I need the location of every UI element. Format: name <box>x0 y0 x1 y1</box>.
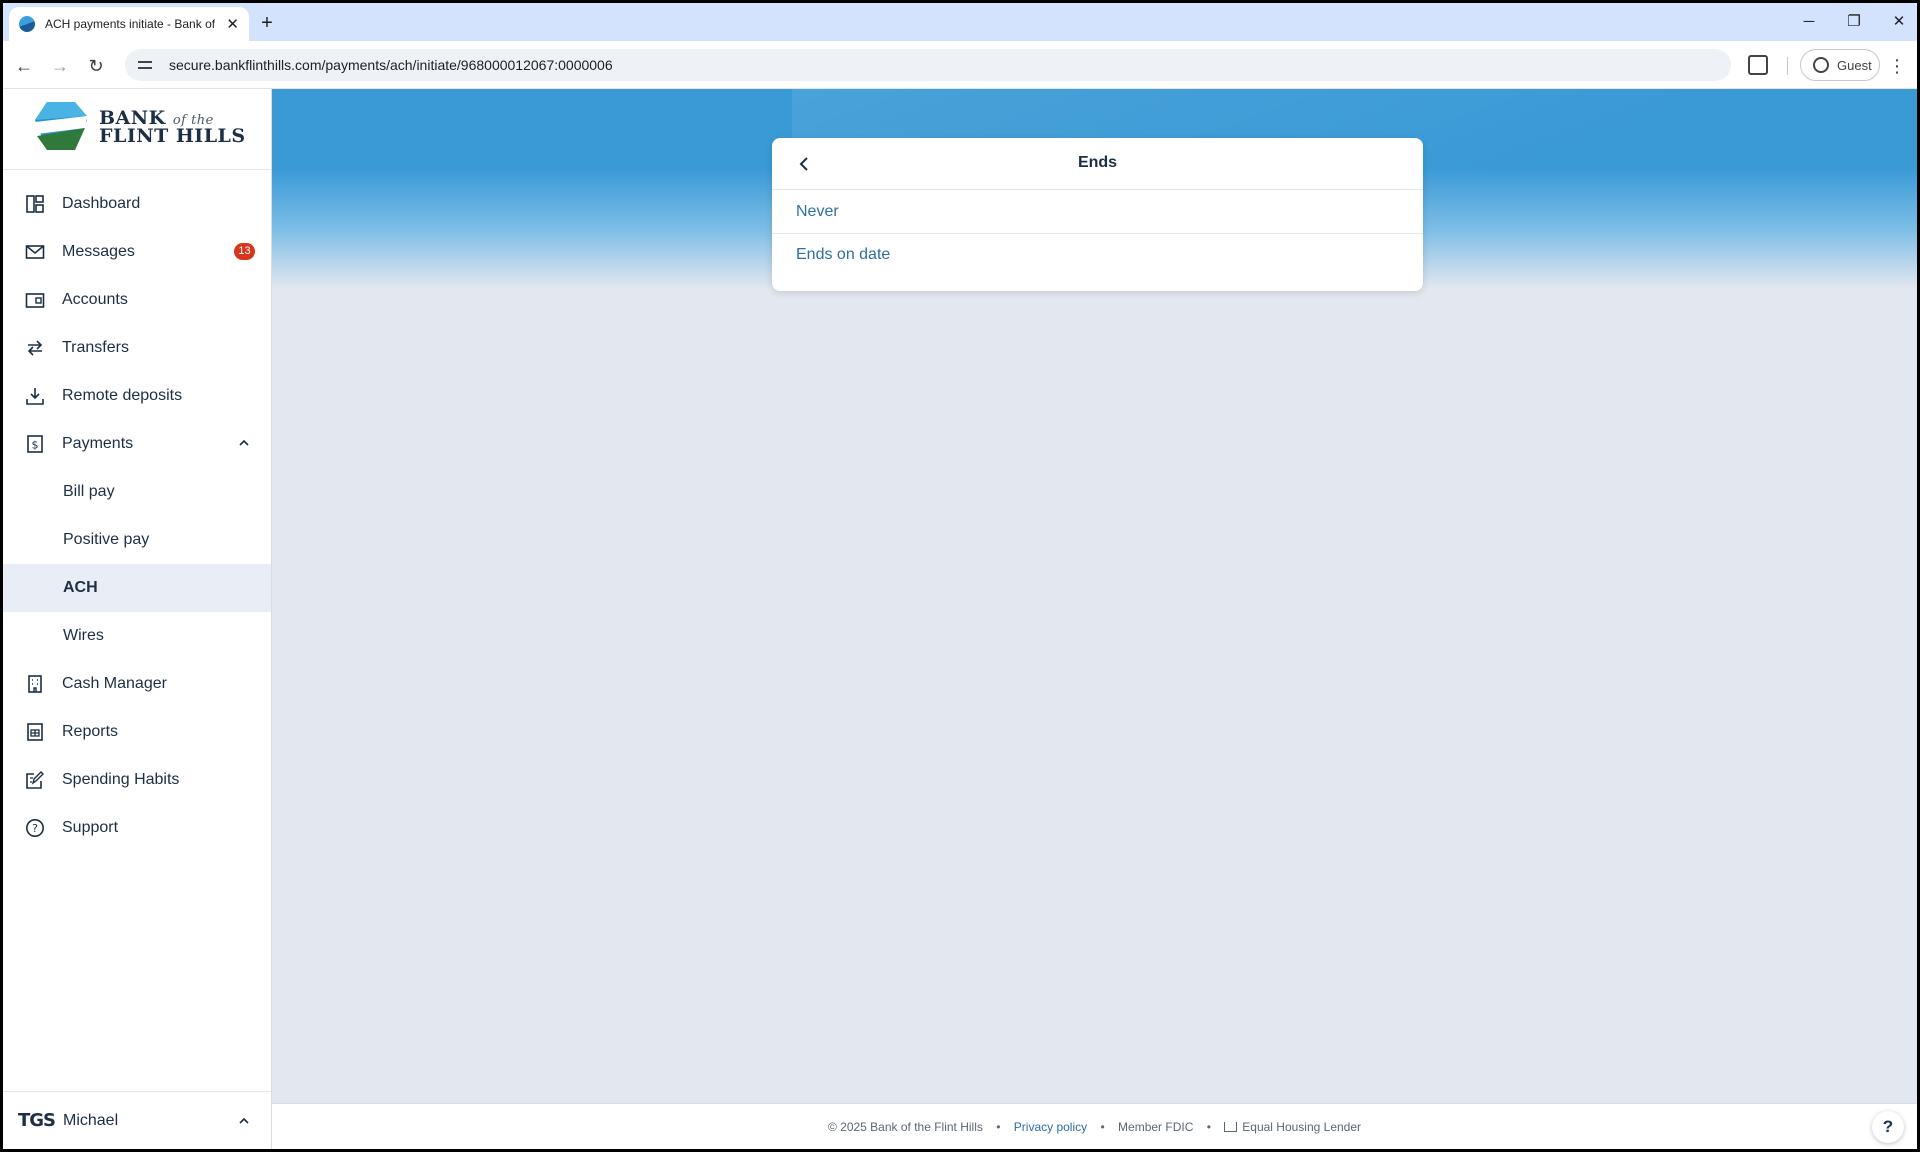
close-tab-icon[interactable]: ✕ <box>226 15 239 33</box>
tab-title: ACH payments initiate - Bank of the Flin… <box>45 17 215 31</box>
option-never[interactable]: Never <box>772 190 1423 233</box>
wallet-icon <box>25 293 45 308</box>
sidebar-item-support[interactable]: ? Support <box>3 804 271 852</box>
new-tab-button[interactable]: + <box>255 11 279 35</box>
sidebar-item-ach[interactable]: ACH <box>3 564 271 612</box>
sidebar-item-label: Positive pay <box>63 531 150 548</box>
download-icon <box>26 388 44 405</box>
logo-text-flint-hills: FLINT HILLS <box>99 125 246 147</box>
user-menu[interactable]: TGS Michael <box>3 1091 271 1149</box>
cast-icon[interactable] <box>1748 55 1768 75</box>
sidebar-item-label: Cash Manager <box>62 675 167 692</box>
sidebar-item-cash-manager[interactable]: Cash Manager <box>3 660 271 708</box>
sidebar-item-label: Wires <box>63 627 104 644</box>
reload-icon[interactable]: ↻ <box>83 53 109 79</box>
bank-logo[interactable]: BANK of the FLINT HILLS <box>3 89 271 170</box>
minimize-icon[interactable]: ─ <box>1794 9 1824 35</box>
profile-label: Guest <box>1837 57 1872 73</box>
dashboard-icon <box>26 195 44 213</box>
sidebar-item-dashboard[interactable]: Dashboard <box>3 180 271 228</box>
ends-selector-dialog: Ends Never Ends on date <box>772 138 1423 291</box>
help-circle-icon: ? <box>26 819 44 837</box>
member-fdic-text: Member FDIC <box>1118 1120 1194 1134</box>
sidebar-item-spending-habits[interactable]: Spending Habits <box>3 756 271 804</box>
url-text: secure.bankflinthills.com/payments/ach/i… <box>169 57 613 73</box>
transfer-icon <box>27 340 43 356</box>
copyright-text: © 2025 Bank of the Flint Hills <box>827 1120 983 1134</box>
sidebar-item-positive-pay[interactable]: Positive pay <box>3 516 271 564</box>
bank-favicon-icon <box>19 16 35 32</box>
footer: © 2025 Bank of the Flint Hills • Privacy… <box>272 1103 1917 1149</box>
more-menu-icon[interactable]: ⋮ <box>1887 53 1907 79</box>
sidebar-item-reports[interactable]: Reports <box>3 708 271 756</box>
bank-logo-icon <box>35 102 87 150</box>
toolbar-divider <box>1787 57 1788 75</box>
profile-button[interactable]: Guest <box>1800 49 1880 81</box>
close-window-icon[interactable]: ✕ <box>1884 9 1914 35</box>
sidebar-item-label: Accounts <box>62 291 128 308</box>
dialog-title: Ends <box>1077 154 1118 171</box>
dialog-header: Ends <box>772 138 1423 190</box>
chevron-up-icon <box>239 1117 249 1124</box>
browser-window: ACH payments initiate - Bank of the Flin… <box>3 3 1917 1149</box>
report-icon <box>27 723 43 741</box>
main-content: Ends Never Ends on date <box>272 89 1917 1103</box>
sidebar-item-label: Dashboard <box>62 195 141 212</box>
sidebar-item-wires[interactable]: Wires <box>3 612 271 660</box>
site-info-icon[interactable] <box>137 57 153 73</box>
sidebar-item-accounts[interactable]: Accounts <box>3 276 271 324</box>
dollar-icon: $ <box>27 435 43 453</box>
sidebar-item-label: Remote deposits <box>62 387 183 404</box>
sidebar-item-transfers[interactable]: Transfers <box>3 324 271 372</box>
svg-text:$: $ <box>32 439 39 452</box>
chevron-up-icon[interactable] <box>239 438 249 448</box>
option-ends-on-date[interactable]: Ends on date <box>772 233 1423 276</box>
sidebar-item-label: ACH <box>63 579 98 596</box>
privacy-policy-link[interactable]: Privacy policy <box>1014 1120 1087 1134</box>
mail-icon <box>25 245 45 259</box>
forward-arrow-icon[interactable]: → <box>47 53 73 79</box>
org-logo: TGS <box>18 1110 56 1131</box>
sidebar-item-label: Spending Habits <box>62 771 180 788</box>
unread-count-badge: 13 <box>234 243 255 260</box>
address-bar[interactable]: secure.bankflinthills.com/payments/ach/i… <box>125 49 1731 81</box>
equal-housing-text: Equal Housing Lender <box>1242 1120 1362 1134</box>
sidebar-item-label: Support <box>62 819 119 836</box>
help-button[interactable]: ? <box>1872 1111 1904 1143</box>
sidebar: BANK of the FLINT HILLS Dashboard Messag <box>3 89 272 1149</box>
sidebar-item-label: Bill pay <box>63 483 115 500</box>
restore-icon[interactable]: ❐ <box>1839 9 1869 35</box>
browser-tab[interactable]: ACH payments initiate - Bank of the Flin… <box>9 7 249 41</box>
sidebar-item-label: Messages <box>62 243 135 260</box>
sidebar-item-label: Reports <box>62 723 119 740</box>
svg-text:?: ? <box>32 822 38 835</box>
edit-icon <box>26 771 44 789</box>
sidebar-item-label: Payments <box>62 435 134 452</box>
sidebar-item-remote-deposits[interactable]: Remote deposits <box>3 372 271 420</box>
building-icon <box>28 675 42 693</box>
sidebar-item-bill-pay[interactable]: Bill pay <box>3 468 271 516</box>
user-name: Michael <box>63 1112 119 1129</box>
sidebar-item-payments[interactable]: $ Payments <box>3 420 271 468</box>
tab-strip: ACH payments initiate - Bank of the Flin… <box>3 3 1917 41</box>
main-nav: Dashboard Messages 13 Accounts Transfers… <box>3 180 271 852</box>
profile-icon <box>1813 57 1829 73</box>
back-arrow-icon[interactable]: ← <box>11 53 37 79</box>
sidebar-item-messages[interactable]: Messages 13 <box>3 228 271 276</box>
browser-toolbar: ← → ↻ secure.bankflinthills.com/payments… <box>3 41 1917 89</box>
equal-housing-icon <box>1224 1122 1238 1132</box>
sidebar-item-label: Transfers <box>62 339 129 356</box>
